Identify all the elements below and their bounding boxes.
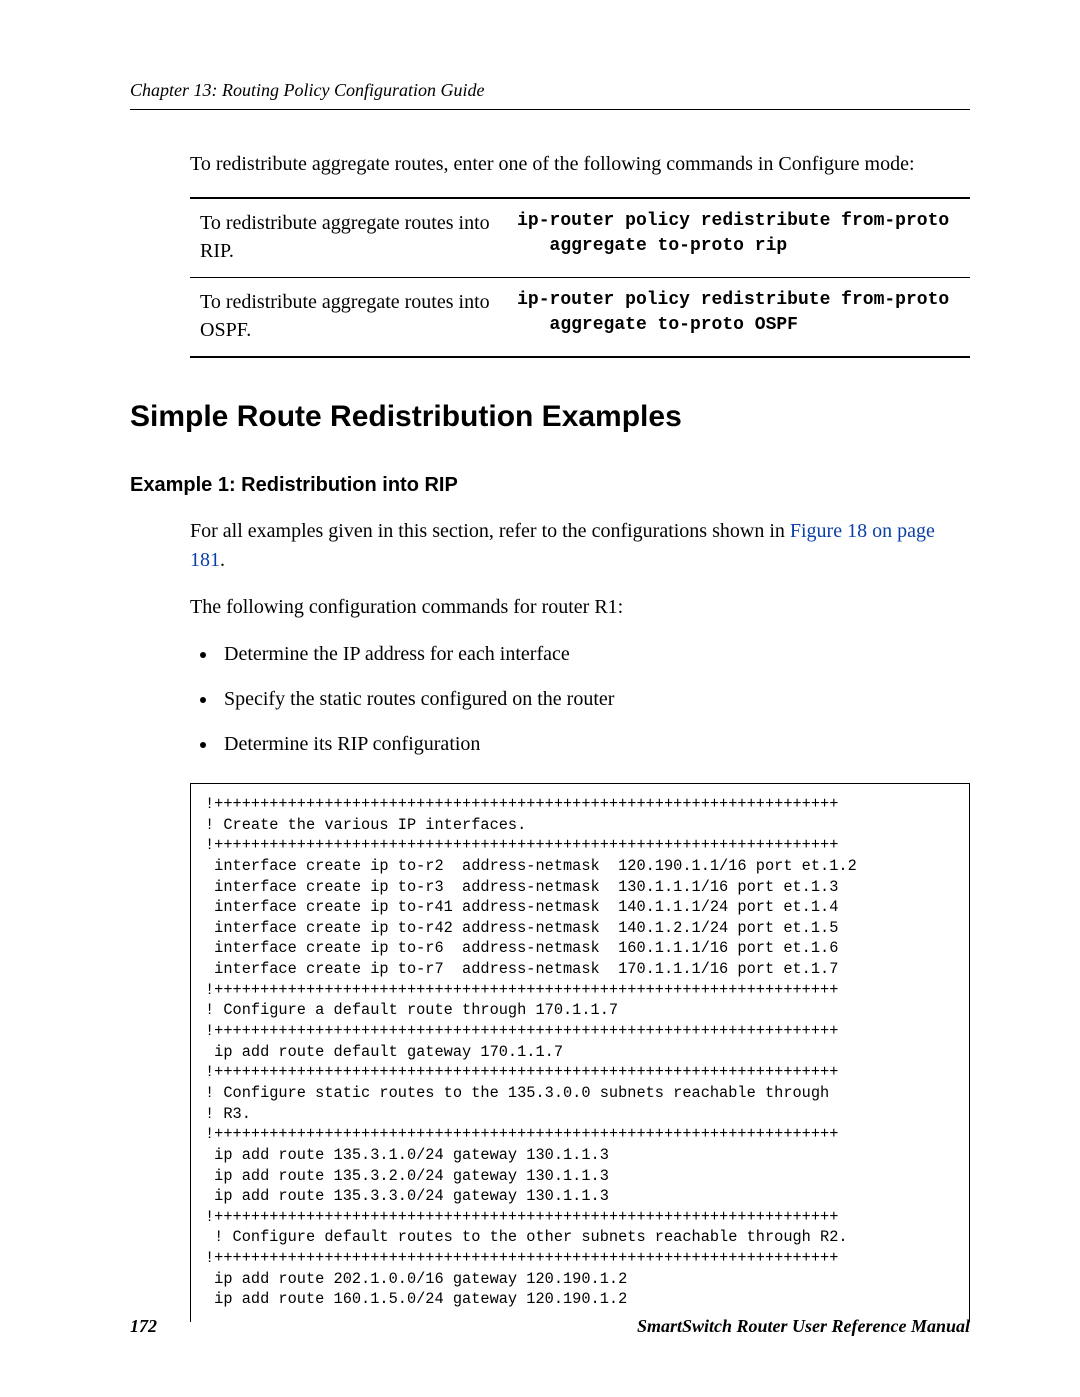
- list-item: Determine the IP address for each interf…: [218, 640, 970, 669]
- example-intro-text-start: For all examples given in this section, …: [190, 520, 790, 542]
- bullet-list: Determine the IP address for each interf…: [218, 640, 970, 759]
- table-row: To redistribute aggregate routes into RI…: [190, 198, 970, 278]
- code-block: !+++++++++++++++++++++++++++++++++++++++…: [190, 783, 970, 1322]
- chapter-header: Chapter 13: Routing Policy Configuration…: [130, 80, 970, 101]
- table-cell-command: ip-router policy redistribute from-proto…: [507, 198, 970, 278]
- manual-title: SmartSwitch Router User Reference Manual: [637, 1316, 970, 1337]
- section-heading: Simple Route Redistribution Examples: [130, 400, 970, 434]
- example-intro-text-end: .: [220, 549, 225, 571]
- example-intro-paragraph: For all examples given in this section, …: [190, 517, 970, 575]
- table-cell-description: To redistribute aggregate routes into OS…: [190, 278, 507, 358]
- table-cell-command: ip-router policy redistribute from-proto…: [507, 278, 970, 358]
- table-cell-description: To redistribute aggregate routes into RI…: [190, 198, 507, 278]
- list-item: Determine its RIP configuration: [218, 730, 970, 759]
- document-page: Chapter 13: Routing Policy Configuration…: [0, 0, 1080, 1397]
- command-table: To redistribute aggregate routes into RI…: [190, 197, 970, 358]
- example-heading: Example 1: Redistribution into RIP: [130, 474, 970, 497]
- intro-paragraph: To redistribute aggregate routes, enter …: [190, 150, 970, 179]
- table-row: To redistribute aggregate routes into OS…: [190, 278, 970, 358]
- list-item: Specify the static routes configured on …: [218, 685, 970, 714]
- header-rule: [130, 109, 970, 110]
- page-footer: 172 SmartSwitch Router User Reference Ma…: [130, 1316, 970, 1337]
- page-number: 172: [130, 1316, 157, 1337]
- example-paragraph-2: The following configuration commands for…: [190, 593, 970, 622]
